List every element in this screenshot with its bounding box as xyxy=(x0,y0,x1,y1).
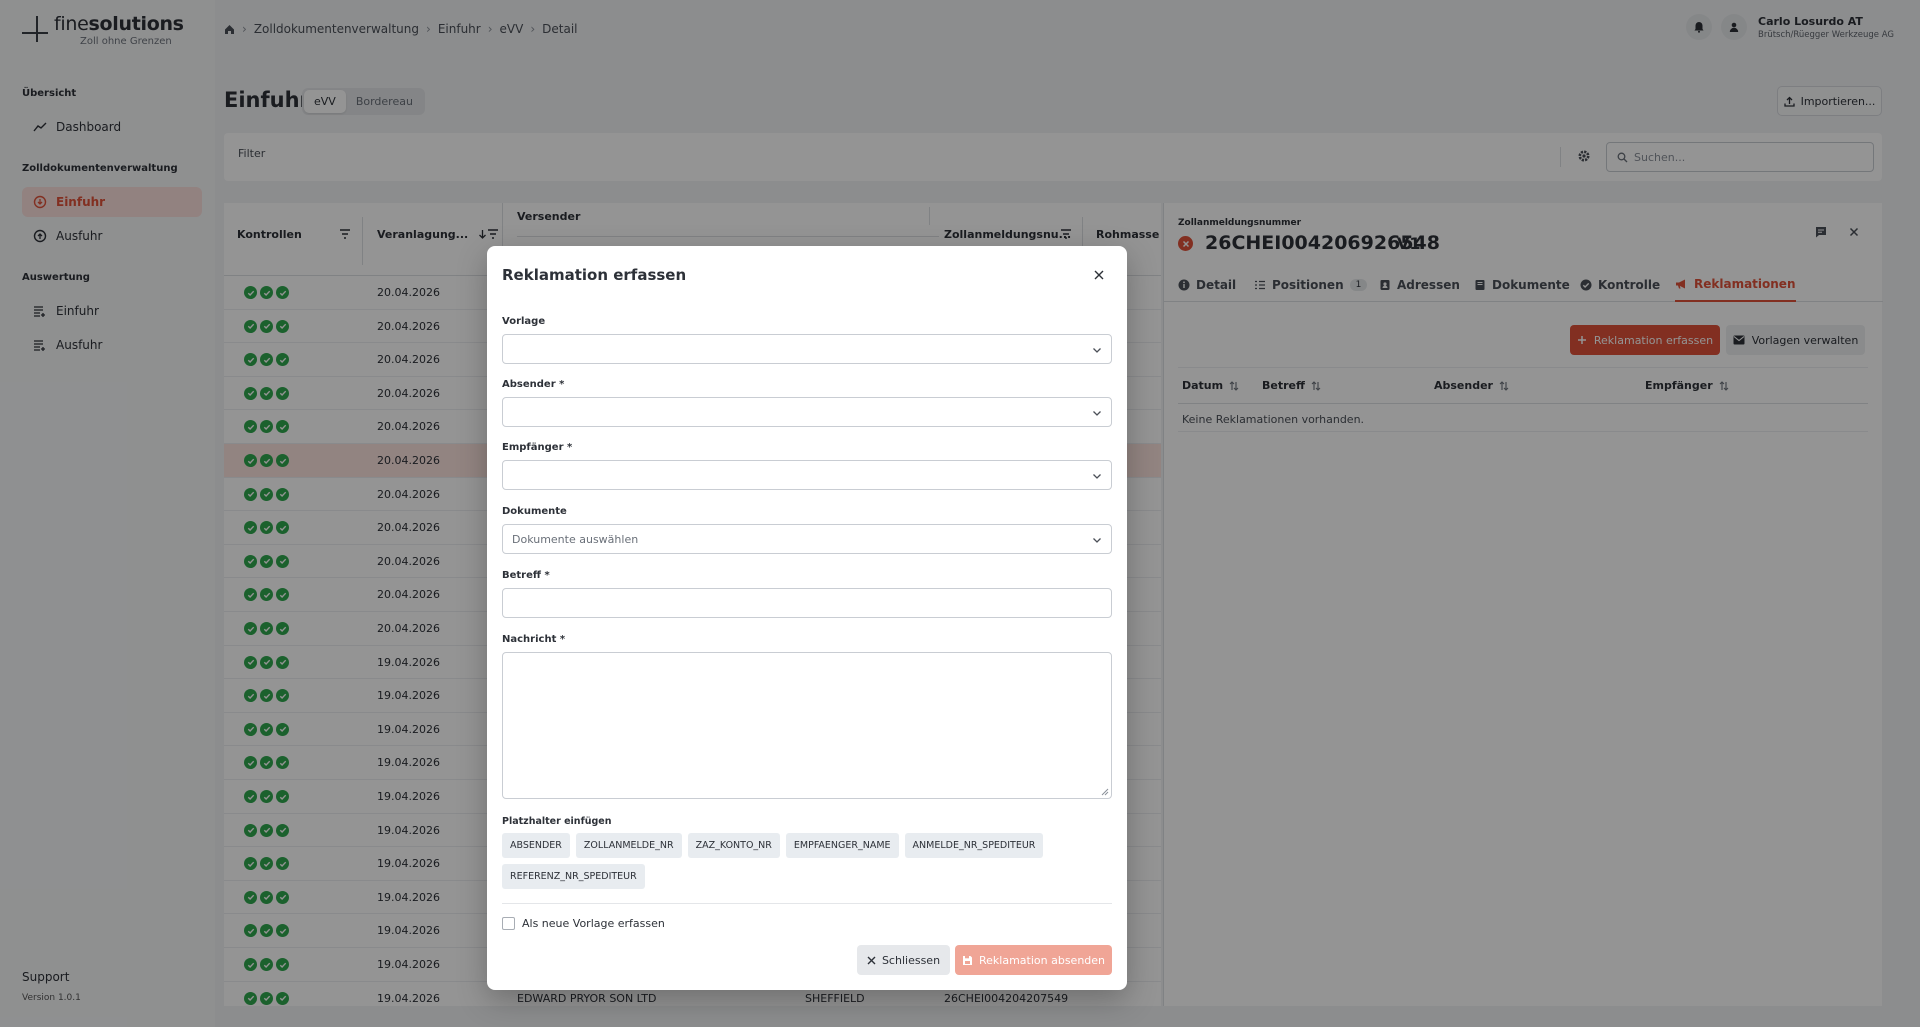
nachricht-label: Nachricht * xyxy=(502,634,566,645)
placeholder-chip[interactable]: ABSENDER xyxy=(502,833,570,858)
placeholder-chips: REFERENZ_NR_SPEDITEUR xyxy=(502,864,645,889)
chevron-down-icon xyxy=(1091,407,1103,419)
dokumente-placeholder: Dokumente auswählen xyxy=(512,533,639,546)
close-button[interactable]: Schliessen xyxy=(857,945,950,975)
placeholder-chips: ABSENDER ZOLLANMELDE_NR ZAZ_KONTO_NR EMP… xyxy=(502,833,1044,858)
vorlage-label: Vorlage xyxy=(502,316,546,327)
resize-handle-icon[interactable] xyxy=(1101,788,1109,796)
save-as-template-checkbox[interactable]: Als neue Vorlage erfassen xyxy=(502,917,665,930)
checkbox-label: Als neue Vorlage erfassen xyxy=(522,917,665,930)
chevron-down-icon xyxy=(1091,344,1103,356)
placeholder-chip[interactable]: REFERENZ_NR_SPEDITEUR xyxy=(502,864,645,889)
dokumente-multiselect[interactable]: Dokumente auswählen xyxy=(502,524,1112,554)
placeholder-chip[interactable]: ZAZ_KONTO_NR xyxy=(687,833,780,858)
dialog-title: Reklamation erfassen xyxy=(502,266,687,284)
nachricht-textarea[interactable] xyxy=(502,652,1112,799)
placeholder-chip[interactable]: ANMELDE_NR_SPEDITEUR xyxy=(904,833,1044,858)
save-icon xyxy=(962,955,973,966)
divider xyxy=(502,903,1112,904)
chevron-down-icon xyxy=(1091,470,1103,482)
close-icon[interactable] xyxy=(1090,266,1108,284)
close-icon xyxy=(867,956,876,965)
empfaenger-label: Empfänger * xyxy=(502,442,573,453)
betreff-input[interactable] xyxy=(502,588,1112,618)
absender-label: Absender * xyxy=(502,379,565,390)
complaint-dialog: Reklamation erfassen Vorlage Absender * … xyxy=(487,246,1127,990)
chevron-down-icon xyxy=(1091,534,1103,546)
absender-select[interactable] xyxy=(502,397,1112,427)
placeholder-chip[interactable]: EMPFAENGER_NAME xyxy=(785,833,899,858)
close-label: Schliessen xyxy=(881,953,941,967)
dokumente-label: Dokumente xyxy=(502,506,567,517)
placeholders-label: Platzhalter einfügen xyxy=(502,816,612,827)
submit-complaint-button[interactable]: Reklamation absenden xyxy=(955,945,1112,975)
placeholder-chip[interactable]: ZOLLANMELDE_NR xyxy=(575,833,682,858)
checkbox-box[interactable] xyxy=(502,917,515,930)
betreff-label: Betreff * xyxy=(502,570,550,581)
vorlage-select[interactable] xyxy=(502,334,1112,364)
empfaenger-select[interactable] xyxy=(502,460,1112,490)
submit-label: Reklamation absenden xyxy=(978,953,1106,967)
